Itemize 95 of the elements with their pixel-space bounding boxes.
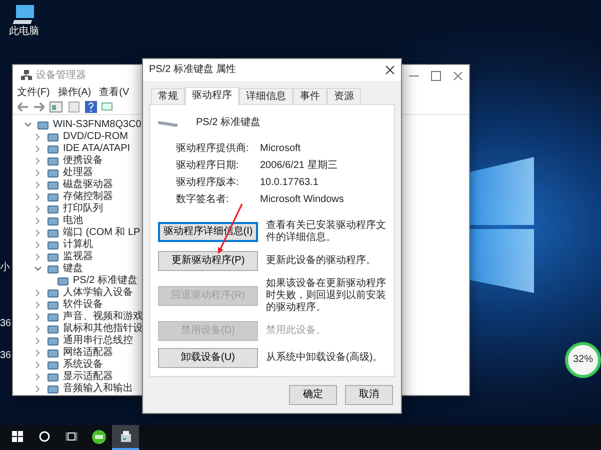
cancel-button[interactable]: 取消 xyxy=(345,385,393,405)
tab[interactable]: 详细信息 xyxy=(239,88,293,104)
keyboard-icon xyxy=(158,118,180,128)
device-icon xyxy=(37,120,49,130)
tree-item[interactable]: 通用串行总线控 xyxy=(63,335,133,347)
device-icon xyxy=(47,216,59,226)
tree-item[interactable]: 网络适配器 xyxy=(63,347,113,359)
app-button[interactable] xyxy=(112,425,139,450)
info-label: 驱动程序提供商: xyxy=(176,143,250,155)
info-label: 数字签名者: xyxy=(176,194,230,206)
usage-widget[interactable]: 32% xyxy=(565,342,601,378)
tree-item[interactable]: 计算机 xyxy=(63,239,93,251)
windows-logo-icon xyxy=(12,431,23,442)
device-manager-icon xyxy=(21,70,32,82)
help-icon[interactable] xyxy=(85,100,97,113)
device-icon xyxy=(47,144,59,154)
action-description: 如果该设备在更新驱动程序时失败，则回退到以前安装的驱动程序。 xyxy=(266,278,386,314)
action-description: 更新此设备的驱动程序。 xyxy=(266,255,377,267)
device-icon xyxy=(47,180,59,190)
properties-icon[interactable] xyxy=(49,100,63,113)
info-value: 2006/6/21 星期三 xyxy=(260,160,338,172)
device-icon xyxy=(47,156,59,166)
desktop-icon-label: 小 xyxy=(0,262,10,274)
action-description: 从系统中卸载设备(高级)。 xyxy=(266,352,384,364)
tree-item[interactable]: 打印队列 xyxy=(63,203,103,215)
device-icon xyxy=(118,430,132,444)
device-icon xyxy=(47,252,59,262)
action-button[interactable]: 卸载设备(U) xyxy=(158,348,258,368)
chevron-down-icon[interactable] xyxy=(33,265,43,273)
desktop-icon-label: 36 xyxy=(0,318,12,330)
tree-item[interactable]: 处理器 xyxy=(63,167,93,179)
device-icon xyxy=(57,276,69,286)
window-title: 设备管理器 xyxy=(36,70,86,82)
tree-item[interactable]: 键盘 xyxy=(63,263,83,275)
info-value: Microsoft xyxy=(260,143,302,155)
tree-item[interactable]: 人体学输入设备 xyxy=(63,287,133,299)
device-icon xyxy=(47,168,59,178)
monitor-icon[interactable] xyxy=(101,100,113,113)
action-description: 查看有关已安装驱动程序文件的详细信息。 xyxy=(266,220,386,244)
tree-item[interactable]: WIN-S3FNM8Q3C0 xyxy=(53,119,142,131)
device-icon xyxy=(47,336,59,346)
chevron-down-icon[interactable] xyxy=(23,121,33,129)
tree-item[interactable]: 存储控制器 xyxy=(63,191,113,203)
tree-item[interactable]: 音频输入和输出 xyxy=(63,383,133,395)
menu-item[interactable]: 文件(F) xyxy=(17,86,50,99)
device-icon xyxy=(47,300,59,310)
back-arrow-icon[interactable] xyxy=(17,102,29,112)
tree-item[interactable]: 电池 xyxy=(63,215,83,227)
device-icon xyxy=(47,228,59,238)
tree-item[interactable]: 磁盘驱动器 xyxy=(63,179,113,191)
tree-item[interactable]: 监视器 xyxy=(63,251,93,263)
device-icon xyxy=(47,240,59,250)
computer-icon[interactable] xyxy=(12,4,36,26)
tree-item[interactable]: 便携设备 xyxy=(63,155,103,167)
device-icon xyxy=(47,288,59,298)
circle-icon xyxy=(39,431,50,442)
device-icon xyxy=(47,348,59,358)
menu-item[interactable]: 操作(A) xyxy=(58,86,92,99)
desktop-icon-label[interactable]: 此电脑 xyxy=(9,26,39,38)
info-value: 10.0.17763.1 xyxy=(260,177,320,189)
tree-item[interactable]: 端口 (COM 和 LP xyxy=(63,227,140,239)
device-icon xyxy=(47,204,59,214)
info-label: 驱动程序版本: xyxy=(176,177,240,189)
device-icon xyxy=(47,132,59,142)
device-name: PS/2 标准键盘 xyxy=(196,117,260,129)
tab[interactable]: 事件 xyxy=(293,88,327,104)
device-icon xyxy=(47,384,59,394)
info-label: 驱动程序日期: xyxy=(176,160,240,172)
tree-item[interactable]: 软件设备 xyxy=(63,299,103,311)
device-icon xyxy=(47,372,59,382)
tree-item[interactable]: IDE ATA/ATAPI xyxy=(63,143,130,155)
info-value: Microsoft Windows xyxy=(260,194,345,206)
ok-button[interactable]: 确定 xyxy=(289,385,337,405)
action-description: 禁用此设备。 xyxy=(266,325,327,337)
device-icon xyxy=(47,324,59,334)
device-icon xyxy=(47,312,59,322)
tab[interactable]: 常规 xyxy=(151,88,185,104)
tree-item[interactable]: 鼠标和其他指针设 xyxy=(63,323,143,335)
tree-item[interactable]: 显示适配器 xyxy=(63,371,113,383)
tab[interactable]: 驱动程序 xyxy=(185,87,239,105)
close-icon[interactable] xyxy=(385,65,395,75)
device-icon xyxy=(47,192,59,202)
tree-item[interactable]: 系统设备 xyxy=(63,359,103,371)
action-button[interactable]: 更新驱动程序(P) xyxy=(158,251,258,271)
menu-item[interactable]: 查看(V xyxy=(99,86,130,99)
forward-arrow-icon[interactable] xyxy=(33,102,45,112)
task-view-icon xyxy=(66,431,77,442)
device-icon xyxy=(47,264,59,274)
tree-item[interactable]: DVD/CD-ROM xyxy=(63,131,128,143)
document-icon[interactable] xyxy=(67,100,81,113)
desktop-icon-label: 36 xyxy=(0,350,12,362)
dialog-title: PS/2 标准键盘 属性 xyxy=(149,64,236,76)
tree-item[interactable]: PS/2 标准键盘 xyxy=(73,275,138,287)
tab[interactable]: 资源 xyxy=(327,88,361,104)
device-icon xyxy=(47,360,59,370)
